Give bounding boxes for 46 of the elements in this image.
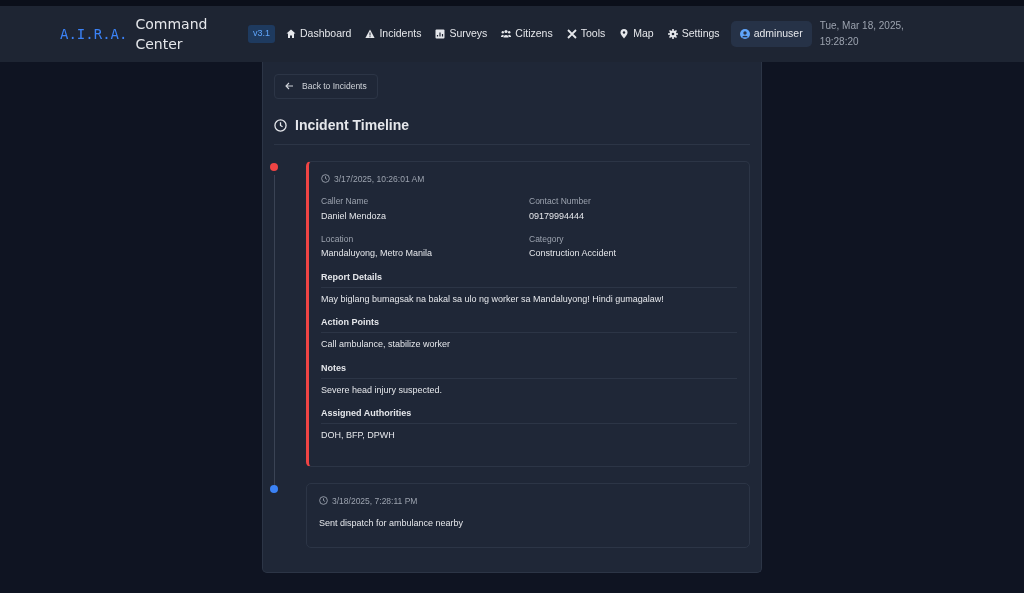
brand-acronym: A.I.R.A.: [60, 24, 128, 44]
clock-icon: [319, 496, 328, 506]
section-title: Assigned Authorities: [321, 408, 737, 425]
nav-link[interactable]: Dashboard: [279, 22, 359, 46]
timestamp: 3/17/2025, 10:26:01 AM: [334, 173, 425, 184]
field-label: Category: [529, 233, 565, 245]
clock-icon: [274, 118, 287, 132]
user-icon: [739, 29, 750, 39]
brand-title: Command: [135, 15, 208, 34]
nav-link[interactable]: Settings: [660, 22, 727, 46]
arrow-left-icon: [285, 82, 294, 91]
time-text: 19:28:20: [819, 35, 860, 49]
field-label: Location: [321, 233, 355, 245]
field-value: Mandaluyong, Metro Manila: [321, 248, 434, 260]
warning-icon: [365, 29, 376, 39]
brand-title: Center: [135, 35, 184, 54]
update-text: Sent dispatch for ambulance nearby: [319, 517, 465, 530]
users-icon: [501, 29, 512, 39]
section-text: Call ambulance, stabilize worker: [321, 339, 452, 351]
nav-link[interactable]: Incidents: [358, 22, 429, 46]
field-label: Contact Number: [529, 195, 592, 207]
user-button[interactable]: adminuser: [730, 21, 812, 47]
field-label: Caller Name: [321, 195, 370, 207]
map-pin-icon: [619, 29, 630, 39]
home-icon: [286, 29, 296, 39]
section-text: DOH, BFP, DPWH: [321, 430, 396, 442]
gear-icon: [667, 29, 678, 39]
back-button[interactable]: Back to Incidents: [274, 74, 378, 99]
section-title: Notes: [321, 362, 737, 379]
timestamp: 3/18/2025, 7:28:11 PM: [332, 495, 418, 506]
clock-icon: [321, 174, 330, 184]
nav-link[interactable]: Tools: [559, 22, 613, 46]
field-value: Construction Accident: [529, 248, 618, 260]
section-title: Action Points: [321, 317, 737, 334]
date-text: Tue, Mar 18, 2025,: [819, 19, 904, 33]
section-text: Severe head injury suspected.: [321, 384, 444, 397]
chart-icon: [435, 29, 446, 39]
field-value: Daniel Mendoza: [321, 210, 388, 222]
section-text: May biglang bumagsak na bakal sa ulo ng worker sa Mandaluyong! Hindi gumagalaw!: [321, 293, 665, 306]
nav-link[interactable]: Citizens: [494, 22, 560, 46]
section-title: Report Details: [321, 271, 737, 288]
page-heading: Incident Timeline: [295, 115, 410, 135]
version-badge: v3.1: [248, 25, 275, 43]
nav-link[interactable]: Map: [612, 22, 661, 46]
nav-link[interactable]: Surveys: [428, 22, 495, 46]
field-value: 09179994444: [529, 210, 586, 222]
